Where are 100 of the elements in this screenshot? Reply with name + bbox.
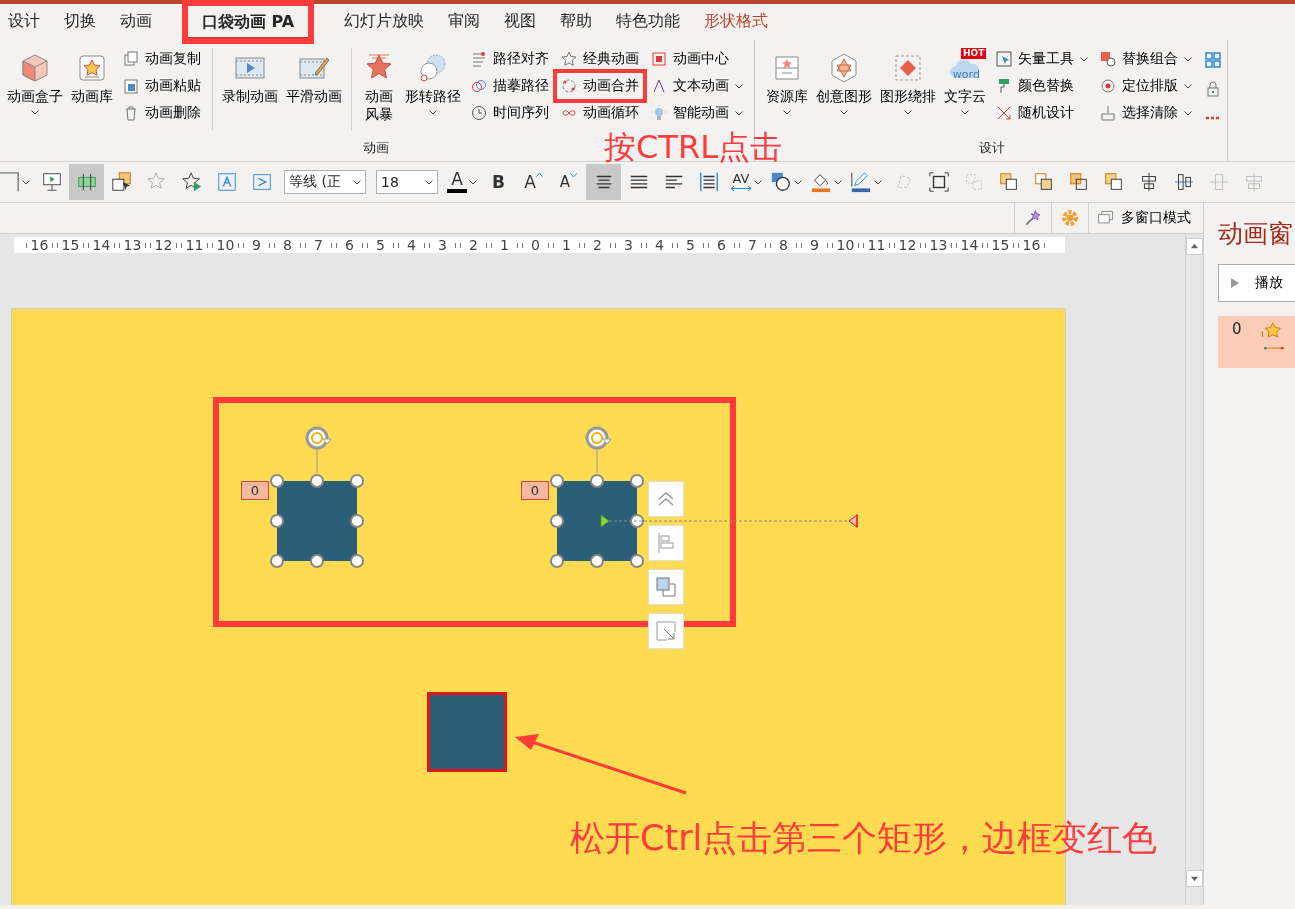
font-field[interactable]: 等线 (正	[284, 170, 366, 194]
ruler-number: 6	[706, 237, 737, 253]
scroll-up-button[interactable]	[1186, 238, 1203, 255]
ruler-number: 3	[427, 237, 458, 253]
windows-icon	[1097, 209, 1115, 227]
ribbon-tab[interactable]: 视图	[492, 5, 549, 39]
ribbon-button[interactable]: 平滑动画	[283, 48, 345, 139]
ribbon-button[interactable]: 选择清除	[1098, 102, 1194, 124]
animation-list-item[interactable]: 0	[1218, 316, 1295, 368]
resize-handle[interactable]	[270, 514, 284, 528]
ruler-number: 8	[768, 237, 799, 253]
ribbon-button[interactable]: 动画盒子	[4, 48, 66, 139]
scroll-bar[interactable]	[1185, 234, 1203, 905]
char-spacing-button[interactable]: AV	[726, 164, 766, 200]
resize-handle[interactable]	[350, 554, 364, 568]
star-frame-icon	[76, 52, 108, 84]
ribbon-button[interactable]: 动画合并	[559, 75, 641, 97]
ribbon-tab[interactable]: 形状格式	[692, 5, 781, 39]
ribbon-button[interactable]: 颜色替换	[994, 75, 1090, 97]
resize-handle[interactable]	[310, 554, 324, 568]
resize-handle[interactable]	[590, 474, 604, 488]
caret-up-icon	[535, 172, 543, 177]
ribbon-button[interactable]: 创意图形	[813, 48, 875, 139]
ruler-number: 7	[737, 237, 768, 253]
diamond-grid-icon	[892, 52, 924, 84]
resize-handle[interactable]	[310, 474, 324, 488]
ribbon-tab[interactable]: 帮助	[548, 5, 605, 39]
ruler-number: 11	[861, 237, 892, 253]
ribbon-tab[interactable]: 特色功能	[604, 5, 693, 39]
resize-handle[interactable]	[550, 554, 564, 568]
ribbon-button[interactable]: 图形绕排	[877, 48, 939, 139]
ribbon-tab[interactable]: 切换	[52, 5, 108, 39]
broom-icon	[1100, 105, 1116, 121]
resize-handle[interactable]	[270, 474, 284, 488]
bring-front-icon	[654, 575, 678, 599]
ruler-number: 12	[892, 237, 923, 253]
ribbon-button[interactable]: 路径对齐	[469, 48, 551, 70]
cube-icon	[19, 52, 51, 84]
rectangle-shape[interactable]	[557, 481, 637, 561]
ribbon-button[interactable]: 形转路径	[402, 48, 464, 139]
ribbon-button[interactable]: 随机设计	[994, 102, 1090, 124]
resize-handle[interactable]	[550, 514, 564, 528]
rectangle-shape[interactable]	[277, 481, 357, 561]
ribbon-button[interactable]: 经典动画	[559, 48, 641, 70]
ribbon-tab[interactable]: 动画	[108, 5, 164, 39]
font-color-button[interactable]: A	[443, 164, 481, 200]
ribbon-button[interactable]: 动画删除	[121, 102, 203, 124]
rotate-handle-icon[interactable]	[304, 424, 332, 473]
ruler-number: 10	[830, 237, 861, 253]
resize-handle[interactable]	[350, 474, 364, 488]
ribbon-tab[interactable]: 审阅	[436, 5, 493, 39]
ruler-number: 12	[148, 237, 179, 253]
ribbon-button[interactable]: 动画中心	[649, 48, 745, 70]
dotted-circle-icon	[561, 78, 577, 94]
ribbon-button[interactable]: 智能动画	[649, 102, 745, 124]
ribbon-tab[interactable]: 设计	[0, 5, 52, 39]
ruler-number: 1	[489, 237, 520, 253]
ruler-number: 2	[582, 237, 613, 253]
resize-handle[interactable]	[550, 474, 564, 488]
ribbon-button[interactable]: 动画粘贴	[121, 75, 203, 97]
resize-handle[interactable]	[350, 514, 364, 528]
shape-select-icon	[110, 171, 133, 193]
ribbon-button[interactable]: 矢量工具	[994, 48, 1090, 70]
resize-handle[interactable]	[590, 554, 604, 568]
ribbon-button[interactable]: 时间序列	[469, 102, 551, 124]
target-icon	[1100, 78, 1116, 94]
ruler-number: 1	[551, 237, 582, 253]
lines-icon	[471, 51, 487, 67]
ribbon-button[interactable]: HOT word 文字云	[941, 48, 989, 139]
play-button[interactable]: 播放	[1218, 264, 1295, 302]
resize-handle[interactable]	[630, 474, 644, 488]
ruler-number: 9	[241, 237, 272, 253]
resize-handle[interactable]	[270, 554, 284, 568]
ribbon-button[interactable]: 录制动画	[219, 48, 281, 139]
font-size-field[interactable]: 18	[376, 170, 438, 194]
ribbon-button[interactable]: 动画库	[68, 48, 116, 139]
text-box-icon	[215, 171, 238, 193]
ribbon-button[interactable]: 动画循环	[559, 102, 641, 124]
grow-font-button[interactable]: A	[516, 164, 551, 200]
ribbon-button[interactable]: 定位排版	[1098, 75, 1194, 97]
multi-window-button[interactable]: 多窗口模式	[1088, 203, 1199, 233]
ruler-number: 4	[396, 237, 427, 253]
ruler-number: 7	[303, 237, 334, 253]
ribbon-button[interactable]: 动画复制	[121, 48, 203, 70]
shrink-font-button[interactable]: A	[551, 164, 586, 200]
scroll-down-button[interactable]	[1186, 870, 1203, 887]
paste-icon	[123, 78, 139, 94]
ribbon-button[interactable]: 动画风暴	[358, 48, 400, 139]
align-vertical-icon	[1172, 171, 1195, 193]
ribbon-button[interactable]: 文本动画	[649, 75, 745, 97]
bold-button[interactable]: B	[481, 164, 516, 200]
ribbon-tab[interactable]: 幻灯片放映	[332, 5, 437, 39]
ribbon-button[interactable]: 描摹路径	[469, 75, 551, 97]
resize-handle[interactable]	[630, 554, 644, 568]
ribbon-button[interactable]: 替换组合	[1098, 48, 1194, 70]
rotate-handle-icon[interactable]	[584, 424, 612, 473]
trash-icon	[123, 105, 139, 121]
ruler-number: 13	[117, 237, 148, 253]
triangle-down-icon	[1190, 874, 1199, 883]
bulb-icon	[651, 105, 667, 121]
